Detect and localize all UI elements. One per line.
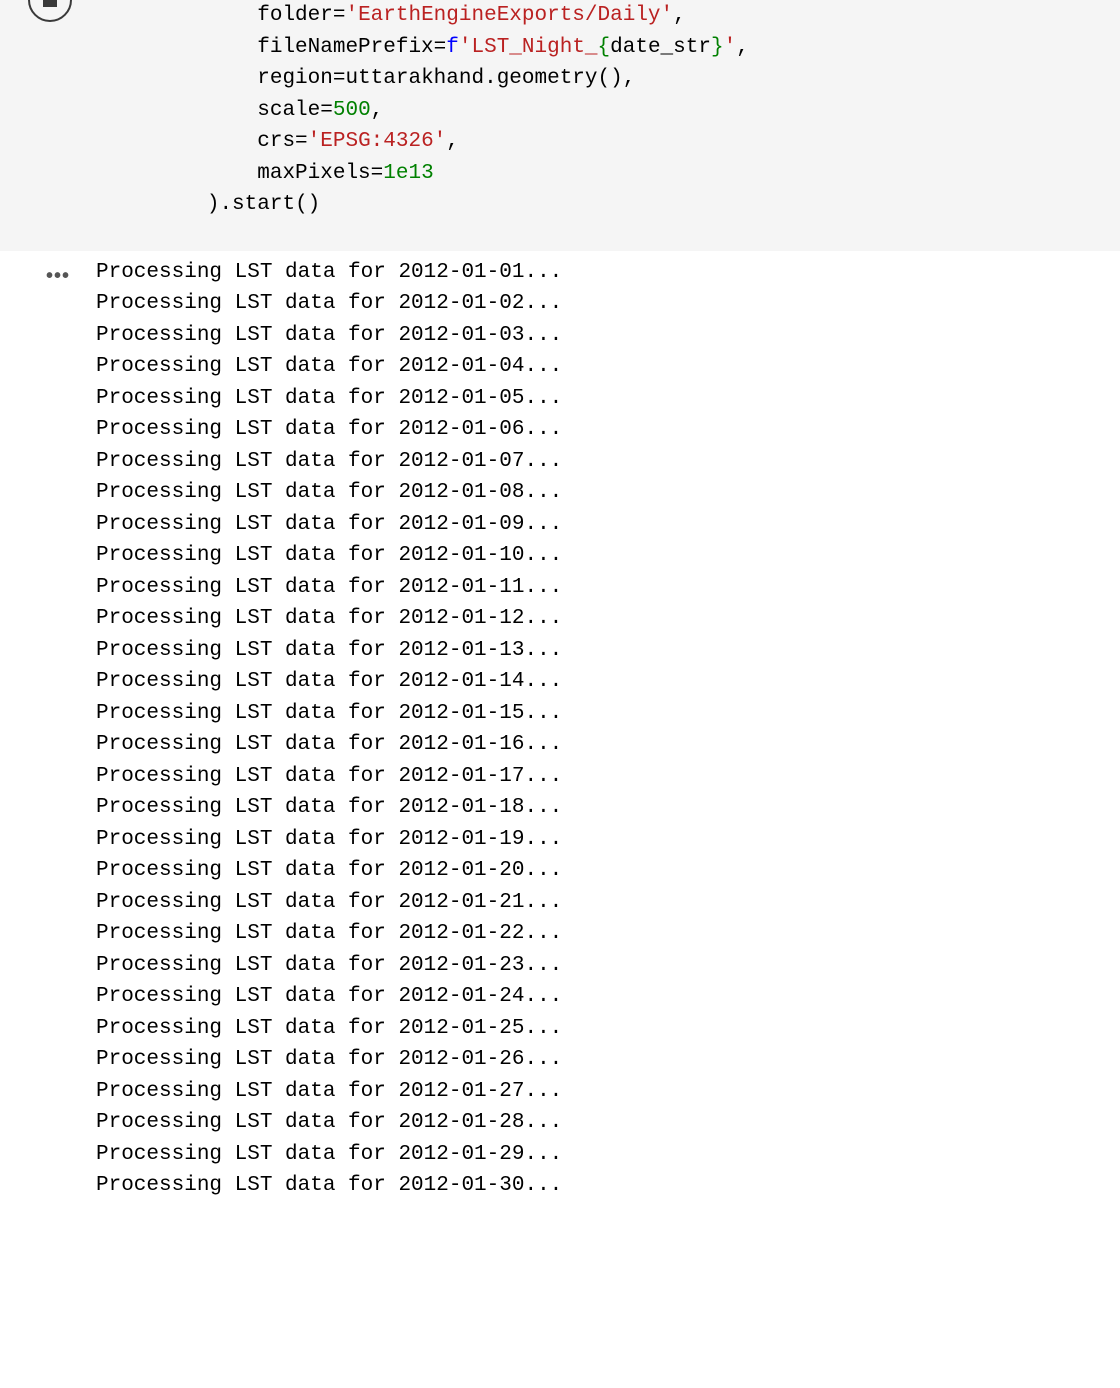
- code-token: 'EarthEngineExports/Daily': [345, 4, 673, 27]
- output-line: Processing LST data for 2012-01-15...: [96, 702, 562, 725]
- code-token: region: [257, 67, 333, 90]
- code-cell: folder='EarthEngineExports/Daily', fileN…: [0, 0, 1120, 251]
- code-token: (: [295, 193, 308, 216]
- output-line: Processing LST data for 2012-01-05...: [96, 387, 562, 410]
- output-line: Processing LST data for 2012-01-04...: [96, 355, 562, 378]
- code-token: fileNamePrefix: [257, 36, 433, 59]
- output-text: Processing LST data for 2012-01-01... Pr…: [96, 251, 1120, 1202]
- code-token: =: [371, 162, 384, 185]
- code-token: date_str: [610, 36, 711, 59]
- code-token: {: [598, 36, 611, 59]
- code-token: folder: [257, 4, 333, 27]
- code-token: 'EPSG:4326': [308, 130, 447, 153]
- code-token: =: [333, 67, 346, 90]
- output-line: Processing LST data for 2012-01-29...: [96, 1143, 562, 1166]
- code-token: ,: [623, 67, 636, 90]
- output-line: Processing LST data for 2012-01-07...: [96, 450, 562, 473]
- output-line: Processing LST data for 2012-01-09...: [96, 513, 562, 536]
- output-line: Processing LST data for 2012-01-27...: [96, 1080, 562, 1103]
- output-line: Processing LST data for 2012-01-28...: [96, 1111, 562, 1134]
- code-token: =: [320, 99, 333, 122]
- code-token: ': [724, 36, 737, 59]
- code-token: .start: [219, 193, 295, 216]
- code-token: ,: [736, 36, 749, 59]
- code-token: 500: [333, 99, 371, 122]
- code-token: ,: [446, 130, 459, 153]
- output-line: Processing LST data for 2012-01-26...: [96, 1048, 562, 1071]
- output-line: Processing LST data for 2012-01-02...: [96, 292, 562, 315]
- stop-execution-button[interactable]: [28, 0, 72, 22]
- output-gutter: •••: [0, 251, 96, 1202]
- output-line: Processing LST data for 2012-01-11...: [96, 576, 562, 599]
- output-line: Processing LST data for 2012-01-30...: [96, 1174, 562, 1197]
- output-line: Processing LST data for 2012-01-03...: [96, 324, 562, 347]
- output-options-button[interactable]: •••: [46, 261, 70, 291]
- code-gutter: [0, 0, 96, 251]
- code-token: [106, 130, 257, 153]
- code-token: ,: [371, 99, 384, 122]
- code-token: [106, 36, 257, 59]
- code-token: ): [207, 193, 220, 216]
- output-line: Processing LST data for 2012-01-16...: [96, 733, 562, 756]
- output-line: Processing LST data for 2012-01-06...: [96, 418, 562, 441]
- output-line: Processing LST data for 2012-01-14...: [96, 670, 562, 693]
- output-line: Processing LST data for 2012-01-18...: [96, 796, 562, 819]
- code-token: scale: [257, 99, 320, 122]
- output-cell: ••• Processing LST data for 2012-01-01..…: [0, 251, 1120, 1202]
- code-token: }: [711, 36, 724, 59]
- code-token: 1e13: [383, 162, 433, 185]
- output-line: Processing LST data for 2012-01-17...: [96, 765, 562, 788]
- output-line: Processing LST data for 2012-01-21...: [96, 891, 562, 914]
- output-line: Processing LST data for 2012-01-25...: [96, 1017, 562, 1040]
- code-token: =: [333, 4, 346, 27]
- code-token: ): [308, 193, 321, 216]
- code-token: crs: [257, 130, 295, 153]
- code-token: LST_Night_: [472, 36, 598, 59]
- code-token: [106, 193, 207, 216]
- code-token: uttarakhand.geometry: [345, 67, 597, 90]
- code-token: ': [459, 36, 472, 59]
- output-line: Processing LST data for 2012-01-08...: [96, 481, 562, 504]
- code-token: maxPixels: [257, 162, 370, 185]
- output-line: Processing LST data for 2012-01-22...: [96, 922, 562, 945]
- output-line: Processing LST data for 2012-01-20...: [96, 859, 562, 882]
- output-line: Processing LST data for 2012-01-23...: [96, 954, 562, 977]
- code-token: [106, 99, 257, 122]
- output-line: Processing LST data for 2012-01-13...: [96, 639, 562, 662]
- code-editor[interactable]: folder='EarthEngineExports/Daily', fileN…: [96, 0, 1120, 251]
- code-token: f: [446, 36, 459, 59]
- stop-icon: [43, 0, 57, 7]
- code-token: [106, 67, 257, 90]
- notebook: folder='EarthEngineExports/Daily', fileN…: [0, 0, 1120, 1202]
- code-token: =: [295, 130, 308, 153]
- code-token: ,: [673, 4, 686, 27]
- code-token: =: [434, 36, 447, 59]
- code-token: [106, 4, 257, 27]
- output-line: Processing LST data for 2012-01-01...: [96, 261, 562, 284]
- output-line: Processing LST data for 2012-01-12...: [96, 607, 562, 630]
- code-token: (: [598, 67, 611, 90]
- code-token: ): [610, 67, 623, 90]
- output-line: Processing LST data for 2012-01-10...: [96, 544, 562, 567]
- output-line: Processing LST data for 2012-01-19...: [96, 828, 562, 851]
- output-line: Processing LST data for 2012-01-24...: [96, 985, 562, 1008]
- code-token: [106, 162, 257, 185]
